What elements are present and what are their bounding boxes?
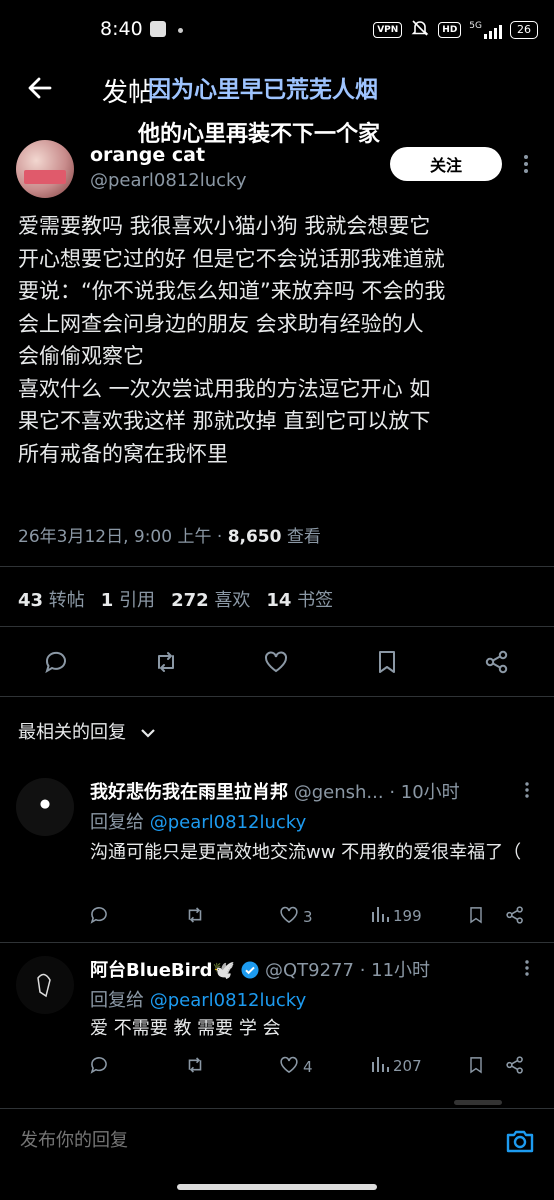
hd-badge: HD: [438, 22, 462, 38]
reply-input[interactable]: [18, 1129, 422, 1152]
notification-dot-icon: [178, 28, 183, 33]
reply-author-handle[interactable]: @QT9277: [259, 960, 354, 981]
replies-sort-label: 最相关的回复: [18, 722, 126, 743]
reply-views-button[interactable]: 199: [370, 904, 422, 928]
post-action-bar: [0, 640, 554, 684]
home-indicator: [177, 1184, 377, 1190]
back-arrow-icon[interactable]: [22, 70, 58, 106]
reply-action-bar: 3 199: [88, 904, 538, 930]
divider: [0, 626, 554, 627]
status-indicators: VPN HD 5G 26: [373, 18, 538, 42]
views-chart-icon: [370, 1054, 390, 1078]
reply-share-icon[interactable]: [504, 904, 526, 926]
reply-header: 阿台BlueBird🕊️ @QT9277 · 11小时: [90, 956, 430, 984]
overlay-caption-line1: 因为心里早已荒芜人烟: [148, 77, 378, 103]
quotes-stat[interactable]: 1 引用: [101, 586, 155, 612]
heart-icon: [278, 904, 300, 930]
battery-indicator: 26: [510, 21, 538, 39]
verified-badge-icon: [241, 961, 259, 984]
network-type: 5G: [469, 21, 482, 31]
more-options-icon[interactable]: [516, 152, 536, 176]
replies-sort-dropdown[interactable]: 最相关的回复: [18, 718, 156, 744]
reposts-stat[interactable]: 43 转帖: [18, 586, 85, 612]
vpn-badge: VPN: [373, 22, 403, 38]
reply-author-name[interactable]: 阿台BlueBird🕊️: [90, 960, 235, 981]
reply-action-bar: 4 207: [88, 1054, 538, 1080]
mute-bell-icon: [410, 18, 430, 42]
camera-icon[interactable]: [504, 1125, 536, 1157]
author-handle[interactable]: @pearl0812lucky: [90, 170, 246, 191]
share-icon[interactable]: [483, 648, 511, 676]
reply-author-name[interactable]: 我好悲伤我在雨里拉肖邦: [90, 782, 288, 803]
scroll-handle: [454, 1100, 502, 1105]
reply-text: 爱 不需要 教 需要 学 会: [90, 1018, 281, 1039]
post-timestamp: 26年3月12日, 9:00 上午 ·: [18, 527, 228, 547]
notification-app-icon: [150, 21, 166, 37]
reply-bookmark-icon[interactable]: [466, 1054, 486, 1076]
reply-author-handle[interactable]: @gensh...: [288, 782, 384, 803]
post-text: 爱需要教吗 我很喜欢小猫小狗 我就会想要它 开心想要它过的好 但是它不会说话那我…: [18, 214, 446, 466]
heart-icon: [278, 1054, 300, 1080]
reply-views-count: 207: [393, 1057, 422, 1075]
page-title: 发帖: [102, 78, 155, 108]
reply-comment-icon[interactable]: [88, 904, 110, 926]
views-count: 8,650: [227, 527, 282, 547]
repost-icon[interactable]: [152, 648, 180, 676]
reply-to-handle[interactable]: @pearl0812lucky: [150, 990, 306, 1011]
bookmark-icon[interactable]: [373, 648, 401, 676]
follow-button[interactable]: 关注: [390, 147, 502, 181]
reply-to-line: 回复给 @pearl0812lucky: [90, 990, 307, 1011]
divider: [0, 942, 554, 943]
divider: [0, 696, 554, 697]
author-name[interactable]: orange cat: [90, 144, 205, 166]
post-stats: 43 转帖 1 引用 272 喜欢 14 书签: [18, 586, 339, 612]
reply-like-count: 3: [303, 908, 313, 926]
reply-more-icon[interactable]: [520, 780, 534, 800]
reply-item[interactable]: 阿台BlueBird🕊️ @QT9277 · 11小时 回复给 @pearl08…: [0, 948, 554, 1094]
reply-to-handle[interactable]: @pearl0812lucky: [150, 812, 306, 833]
reply-header: 我好悲伤我在雨里拉肖邦 @gensh... · 10小时: [90, 778, 460, 804]
bookmarks-stat[interactable]: 14 书签: [266, 586, 333, 612]
reply-share-icon[interactable]: [504, 1054, 526, 1076]
like-icon[interactable]: [262, 648, 290, 676]
signal-icon: 5G: [469, 21, 502, 39]
reply-like-button[interactable]: 3: [278, 904, 313, 930]
reply-like-button[interactable]: 4: [278, 1054, 313, 1080]
post-meta: 26年3月12日, 9:00 上午 · 8,650 查看: [18, 522, 321, 547]
author-avatar[interactable]: [16, 140, 74, 198]
reply-bookmark-icon[interactable]: [466, 904, 486, 926]
status-bar: 8:40 VPN HD 5G 26: [0, 0, 554, 60]
reply-more-icon[interactable]: [520, 958, 534, 978]
reply-views-button[interactable]: 207: [370, 1054, 422, 1078]
status-time: 8:40: [100, 18, 143, 40]
reply-comment-icon[interactable]: [88, 1054, 110, 1076]
divider: [0, 566, 554, 567]
reply-item[interactable]: 我好悲伤我在雨里拉肖邦 @gensh... · 10小时 回复给 @pearl0…: [0, 770, 554, 940]
reply-avatar[interactable]: [16, 956, 74, 1014]
views-chart-icon: [370, 904, 390, 928]
reply-time: · 10小时: [383, 782, 460, 803]
reply-like-count: 4: [303, 1058, 313, 1076]
reply-text: 沟通可能只是更高效地交流ww 不用教的爱很幸福了（: [90, 842, 522, 863]
reply-repost-icon[interactable]: [184, 904, 206, 926]
reply-composer: [0, 1108, 554, 1175]
views-label: 查看: [281, 527, 321, 547]
reply-views-count: 199: [393, 907, 422, 925]
reply-repost-icon[interactable]: [184, 1054, 206, 1076]
likes-stat[interactable]: 272 喜欢: [171, 586, 250, 612]
reply-time: · 11小时: [353, 960, 431, 981]
reply-icon[interactable]: [42, 648, 70, 676]
reply-to-line: 回复给 @pearl0812lucky: [90, 812, 307, 833]
reply-avatar[interactable]: [16, 778, 74, 836]
chevron-down-icon: [140, 723, 156, 744]
